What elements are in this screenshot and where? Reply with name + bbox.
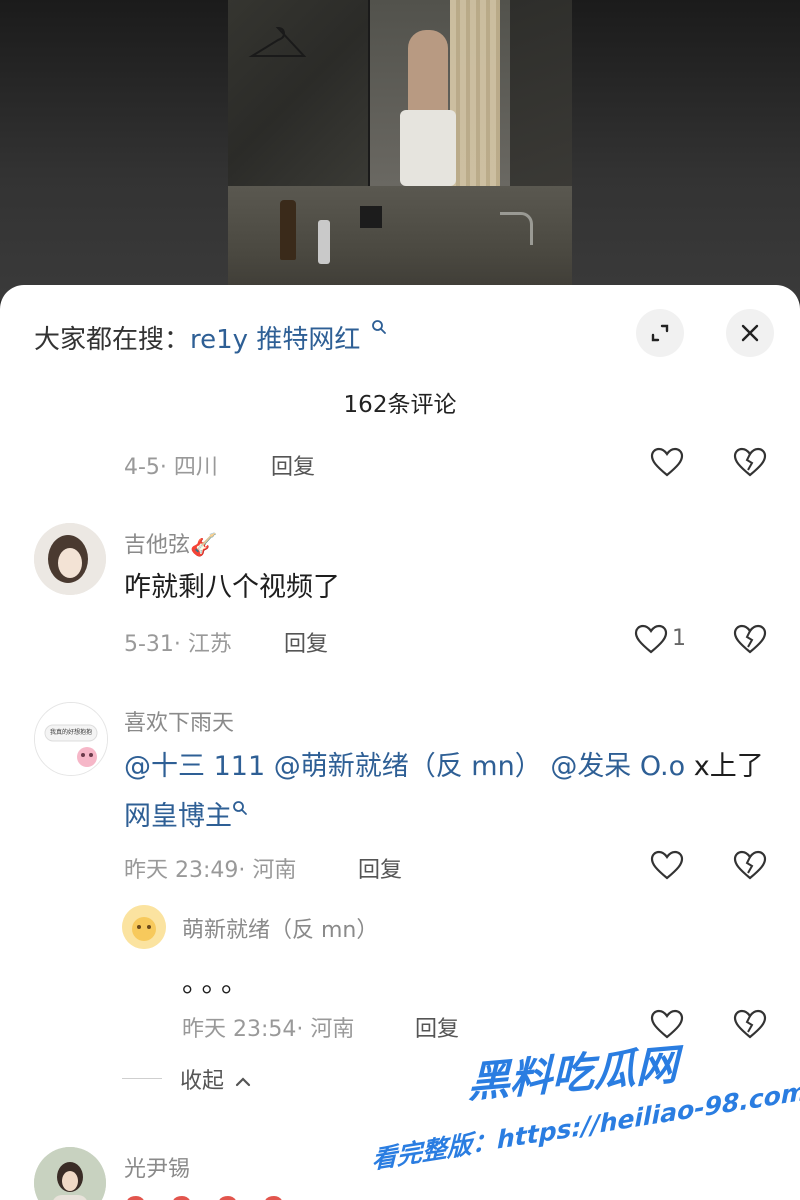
bottle xyxy=(280,200,296,260)
guitar-emoji: 🎸 xyxy=(190,533,218,558)
wall-panel-right xyxy=(510,0,572,186)
collapse-replies-button[interactable]: 收起 xyxy=(180,1063,251,1095)
comment-text: 。。。 xyxy=(182,968,254,999)
mention-link[interactable]: @十三 111 xyxy=(124,751,265,782)
heart-icon[interactable] xyxy=(650,850,684,880)
avatar-image xyxy=(34,1147,106,1200)
mention-link[interactable]: @发呆 O.o xyxy=(550,751,685,782)
search-keyword-link[interactable]: 网皇博主 xyxy=(124,801,232,832)
avatar-image xyxy=(35,703,107,775)
mirror xyxy=(368,0,514,186)
heart-icon[interactable] xyxy=(634,624,668,654)
broken-heart-icon[interactable] xyxy=(733,624,767,654)
reply-button[interactable]: 回复 xyxy=(284,626,328,658)
search-icon xyxy=(371,320,386,334)
search-icon xyxy=(233,801,247,815)
reply-button[interactable]: 回复 xyxy=(415,1011,459,1043)
expand-button[interactable] xyxy=(636,309,684,357)
reply-button[interactable]: 回复 xyxy=(358,852,402,884)
reply-button[interactable]: 回复 xyxy=(271,449,315,481)
comment-text: @十三 111 @萌新就绪（反 mn） @发呆 O.o x上了网皇博主 xyxy=(124,742,764,842)
faucet xyxy=(500,212,533,245)
close-icon xyxy=(741,324,759,342)
avatar[interactable] xyxy=(34,523,106,595)
chevron-up-icon xyxy=(235,1077,251,1087)
avatar-caption: 我真的好想抱抱 xyxy=(49,729,92,736)
avatar-image xyxy=(34,523,106,595)
avatar-image xyxy=(122,905,166,949)
comment-count: 162条评论 xyxy=(343,392,457,418)
search-query-link[interactable]: re1y 推特网红 xyxy=(190,325,360,355)
towel xyxy=(400,110,456,186)
search-suggestion[interactable]: 大家都在搜：re1y 推特网红 xyxy=(34,319,387,356)
hanger-graphic xyxy=(248,26,307,57)
video-preview-area[interactable] xyxy=(0,0,800,300)
broken-heart-icon[interactable] xyxy=(733,850,767,880)
search-prefix-label: 大家都在搜： xyxy=(34,325,191,355)
avatar[interactable]: 我真的好想抱抱 xyxy=(34,702,108,776)
comment-text: 咋就剩八个视频了 xyxy=(124,572,340,603)
comment-text-tail: x上了 xyxy=(693,751,764,782)
comment-meta: 4-5· 四川 xyxy=(124,455,218,480)
heart-icon[interactable] xyxy=(650,447,684,477)
avatar[interactable] xyxy=(122,905,166,949)
close-button[interactable] xyxy=(726,309,774,357)
search-suggestion-row[interactable]: 大家都在搜：re1y 推特网红 xyxy=(0,285,800,385)
username[interactable]: 萌新就绪（反 mn） xyxy=(182,912,378,944)
divider xyxy=(122,1078,162,1079)
emoji-row xyxy=(124,1191,304,1200)
collapse-label: 收起 xyxy=(180,1069,225,1094)
emoji-icons xyxy=(127,1196,282,1200)
comment-meta: 5-31· 江苏 xyxy=(124,632,232,657)
comment-meta: 昨天 23:49· 河南 xyxy=(124,858,297,883)
username-text[interactable]: 吉他弦 xyxy=(124,533,190,558)
like-count: 1 xyxy=(672,626,686,651)
outlet xyxy=(360,206,382,228)
avatar[interactable] xyxy=(34,1147,106,1200)
curtain xyxy=(450,0,500,186)
comment-meta: 昨天 23:54· 河南 xyxy=(182,1017,355,1042)
username[interactable]: 吉他弦🎸 xyxy=(124,527,217,559)
comments-sheet: 大家都在搜：re1y 推特网红 162条评论 4-5· 四川 回复 吉他弦🎸 咋… xyxy=(0,285,800,1200)
mention-link[interactable]: @萌新就绪（反 mn） xyxy=(274,751,542,782)
broken-heart-icon[interactable] xyxy=(733,1009,767,1039)
video-frame[interactable] xyxy=(228,0,572,300)
broken-heart-icon[interactable] xyxy=(733,447,767,477)
expand-icon xyxy=(651,324,669,342)
username[interactable]: 光尹锡 xyxy=(124,1151,190,1183)
username[interactable]: 喜欢下雨天 xyxy=(124,705,234,737)
bottle-clear xyxy=(318,220,330,264)
